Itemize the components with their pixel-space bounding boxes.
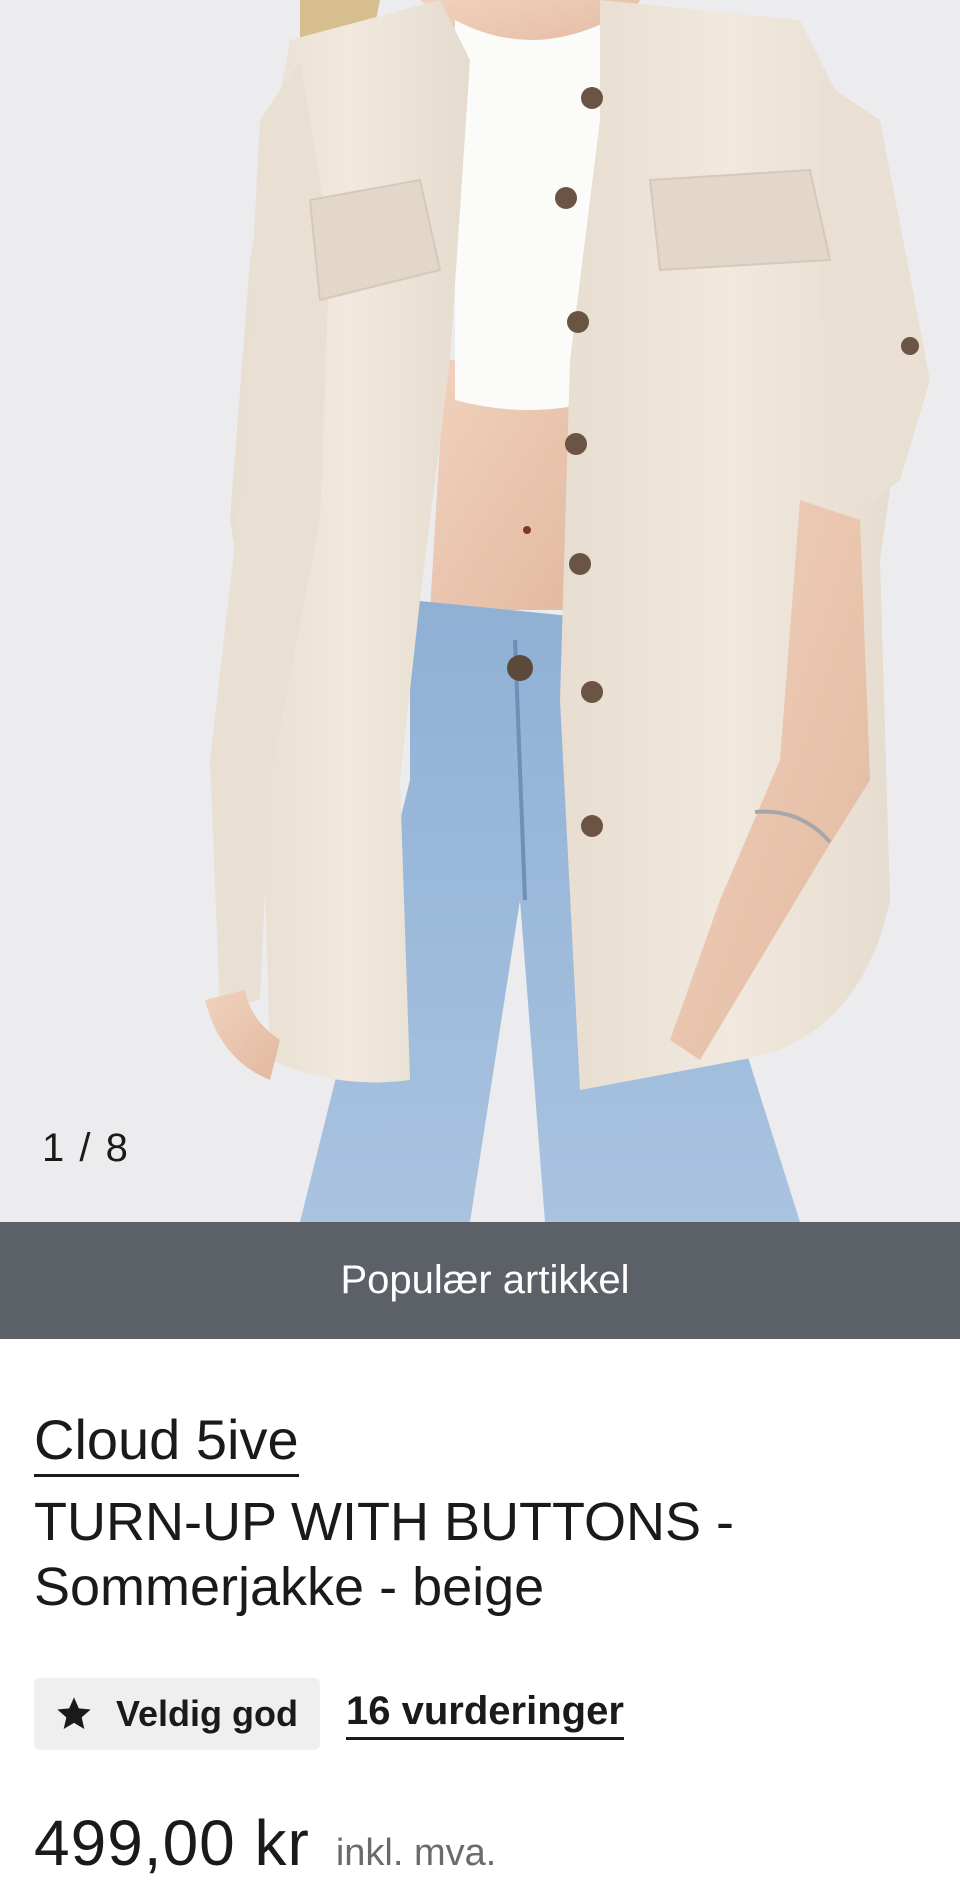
rating-badge: Veldig god (34, 1678, 321, 1750)
product-title: TURN-UP WITH BUTTONS - Sommerjakke - bei… (34, 1492, 734, 1617)
price: 499,00 kr (34, 1807, 310, 1879)
banner-label: Populær artikkel (340, 1258, 630, 1302)
product-image-gallery[interactable]: 1 / 8 (0, 0, 960, 1222)
popular-article-banner: Populær artikkel (0, 1222, 960, 1339)
price-row: 499,00 kr inkl. mva. (34, 1806, 496, 1880)
rating-label: Veldig god (116, 1693, 299, 1734)
product-image[interactable] (0, 0, 960, 1222)
reviews-link[interactable]: 16 vurderinger (346, 1689, 624, 1740)
brand-link[interactable]: Cloud 5ive (34, 1409, 299, 1478)
vat-note: inkl. mva. (335, 1832, 497, 1874)
rating-row: Veldig god 16 vurderinger (34, 1678, 624, 1750)
star-icon (57, 1697, 91, 1729)
image-counter: 1 / 8 (42, 1126, 130, 1170)
